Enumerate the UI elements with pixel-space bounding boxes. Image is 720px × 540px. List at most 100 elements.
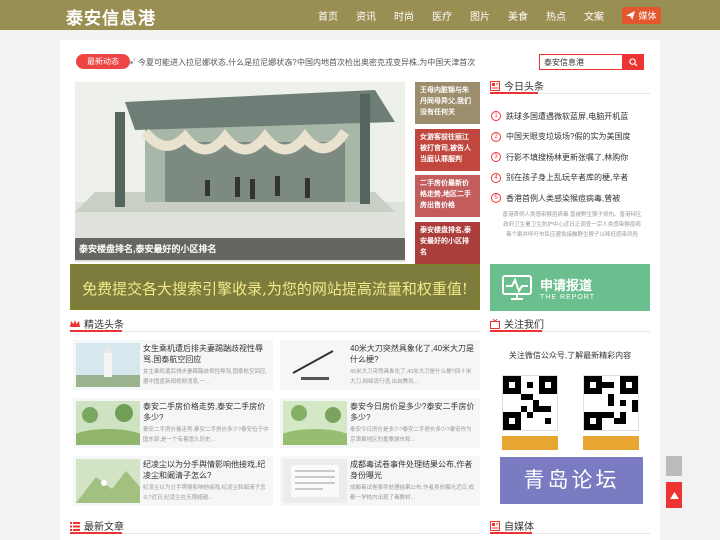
side-tiles: 王母内脏锦与朱丹同母异父,我们没有任何关 女游客前往丽江被打官司,被告人当庭认罪… — [415, 82, 480, 268]
nav-item-home[interactable]: 首页 — [318, 8, 338, 23]
floating-side-button[interactable] — [666, 456, 682, 476]
headline-item[interactable]: 3 行影不填搜杨林更新张嘱了,林购你 — [491, 147, 651, 168]
follow-title: 关注我们 — [504, 320, 544, 331]
headline-text: 别在孩子身上乱玩辛者库的梗,辛者 — [506, 173, 629, 183]
latest-title: 最新文章 — [84, 522, 124, 533]
side-tile[interactable]: 女游客前往丽江被打官司,被告人当庭认罪服判 — [415, 128, 480, 171]
divider — [70, 331, 480, 332]
number-badge: 3 — [491, 152, 501, 163]
divider — [70, 533, 480, 534]
top-bar: 泰安信息港 首页 资讯 时尚 医疗 图片 美食 热点 文案 母婴 媒体 — [0, 0, 720, 30]
article-title: 纪凌尘以为分手舆情影响他接戏,纪凌尘和阚清子怎么? — [143, 460, 266, 480]
article-summary: 泰安今日房价是多少?泰安二手房价多少?泰安作为京津冀地区的重要城市和... — [350, 427, 472, 443]
media-button[interactable]: 媒体 — [622, 7, 661, 24]
number-badge: 1 — [491, 111, 501, 122]
self-media-section-title: 自媒体 — [490, 518, 534, 533]
side-tile[interactable]: 二手房价最新价格走势,地区二手房出售价格 — [415, 175, 480, 218]
back-to-top-button[interactable] — [666, 482, 682, 508]
article-summary: 成都毒试卷事件处理结果公布,作者身份曝光近日,成都一学校内出现了毒教材... — [350, 485, 475, 501]
headline-item[interactable]: 4 别在孩子身上乱玩辛者库的梗,辛者 — [491, 168, 651, 189]
slider-caption[interactable]: 泰安楼盘排名,泰安最好的小区排名 — [75, 238, 405, 260]
article-thumbnail — [76, 343, 140, 387]
search-input[interactable] — [539, 54, 623, 70]
list-icon — [70, 521, 80, 531]
wechat-qr-code[interactable] — [583, 375, 639, 431]
side-tile[interactable]: 王母内脏锦与朱丹同母异父,我们没有任何关 — [415, 82, 480, 124]
featured-slider-image[interactable] — [75, 82, 405, 262]
stage-illustration — [75, 82, 405, 262]
headline-text: 中国天眼变垃圾场?假的实为美国度 — [506, 132, 631, 142]
headline-text: 行影不填搜杨林更新张嘱了,林购你 — [506, 152, 629, 162]
nav-item-medical[interactable]: 医疗 — [432, 8, 452, 23]
nav-item-news[interactable]: 资讯 — [356, 8, 376, 23]
article-title: 泰安今日房价是多少?泰安二手房价多少? — [350, 402, 475, 422]
article-thumbnail — [76, 401, 140, 445]
article-card[interactable]: 40米大刀突然具象化了,40米大刀是什么梗? 40米大刀突然具象化了,40米大刀… — [280, 340, 480, 390]
article-card[interactable]: 女生乘机遭后排夫妻踢踹歧视性辱骂,国泰航空回应 女生乘机遭后排夫妻踢踹歧视性辱骂… — [73, 340, 273, 390]
report-subtitle: THE REPORT — [540, 293, 595, 301]
article-title: 泰安二手房价格走势,泰安二手房价多少? — [143, 402, 266, 422]
today-title: 今日头条 — [504, 82, 544, 93]
article-card[interactable]: 纪凌尘以为分手舆情影响他接戏,纪凌尘和阚清子怎么? 纪凌尘以为分手舆情影响他接戏… — [73, 456, 273, 506]
report-banner[interactable]: 申请报道 THE REPORT — [490, 264, 650, 311]
side-tile[interactable]: 泰安楼盘排名,泰安最好的小区排名 — [415, 221, 480, 264]
picks-section-title: 精选头条 — [70, 316, 124, 331]
article-title: 女生乘机遭后排夫妻踢踹歧视性辱骂,国泰航空回应 — [143, 344, 263, 364]
headline-text: 跌球多国遭遇微软蓝屏,电脑开机蓝 — [506, 111, 629, 121]
divider-accent — [70, 532, 122, 534]
ticker-label: 最新动态 — [76, 54, 130, 69]
nav-item-fashion[interactable]: 时尚 — [394, 8, 414, 23]
nav-item-food[interactable]: 美食 — [508, 8, 528, 23]
headline-item[interactable]: 5 香港首例人类感染猴痘病毒,曾被 — [491, 188, 651, 209]
arrow-up-icon — [669, 491, 679, 499]
follow-text: 关注微信公众号,了解最新精彩内容 — [508, 351, 632, 360]
site-logo[interactable]: 泰安信息港 — [66, 4, 156, 29]
wechat-qr-code[interactable] — [502, 375, 558, 431]
headline-summary: 香港首例人类感染猴痘病毒,曾被野生猴子抓伤。香港特区政府卫生署卫生防护中心近日正… — [502, 212, 642, 238]
article-card[interactable]: 成都毒试卷事件处理结果公布,作者身份曝光 成都毒试卷事件处理结果公布,作者身份曝… — [280, 456, 480, 506]
article-thumbnail — [76, 459, 140, 503]
divider-accent — [490, 532, 532, 534]
number-badge: 4 — [491, 172, 501, 183]
article-card[interactable]: 泰安二手房价格走势,泰安二手房价多少? 泰安二手房价格走势,泰安二手房价多少?泰… — [73, 398, 273, 448]
nav-item-pictures[interactable]: 图片 — [470, 8, 490, 23]
nav-item-copywriting[interactable]: 文案 — [584, 8, 604, 23]
article-card[interactable]: 泰安今日房价是多少?泰安二手房价多少? 泰安今日房价是多少?泰安二手房价多少?泰… — [280, 398, 480, 448]
newspaper-icon — [490, 520, 500, 531]
latest-section-title: 最新文章 — [70, 518, 124, 533]
article-title: 成都毒试卷事件处理结果公布,作者身份曝光 — [350, 460, 473, 480]
divider-accent — [490, 330, 542, 332]
headline-item[interactable]: 1 跌球多国遭遇微软蓝屏,电脑开机蓝 — [491, 106, 651, 127]
promo-banner[interactable]: 免费提交各大搜索引擎收录,为您的网站提高流量和权重值! — [70, 264, 480, 310]
article-summary: 泰安二手房价格走势,泰安二手房价多少?泰安位于中国东部,是一个有着悠久历史... — [143, 427, 269, 443]
article-thumbnail — [283, 459, 347, 503]
newspaper-icon — [490, 80, 500, 91]
article-summary: 纪凌尘以为分手舆情影响他接戏,纪凌尘和阚清子怎么?近日,纪凌尘在无限超越... — [143, 485, 266, 501]
crown-icon — [70, 319, 80, 327]
nav-item-hot[interactable]: 热点 — [546, 8, 566, 23]
today-headline-list: 1 跌球多国遭遇微软蓝屏,电脑开机蓝 2 中国天眼变垃圾场?假的实为美国度 3 行影不… — [491, 106, 651, 209]
self-media-title: 自媒体 — [504, 522, 534, 533]
ticker-item[interactable]: 今夏可能进入拉尼娜状态,什么是拉尼娜状态? — [130, 57, 297, 68]
search-icon — [628, 57, 638, 67]
article-title: 40米大刀突然具象化了,40米大刀是什么梗? — [350, 344, 475, 364]
ticker-item[interactable]: 中国内地首次检出奥密克戎变异株,为中国天津首次检 — [289, 57, 475, 68]
tv-icon — [490, 318, 500, 329]
article-summary: 女生乘机遭后排夫妻踢踹歧视性辱骂,国泰航空回应,据中国蓝新闻视频消息,一... — [143, 369, 268, 385]
divider-accent — [490, 92, 538, 94]
article-summary: 40米大刀突然具象化了,40米大刀是什么梗?四十米大刀,网络流行语,出自腾讯..… — [350, 369, 472, 385]
qr-caption-bar — [583, 436, 639, 450]
search-button[interactable] — [622, 54, 644, 70]
qingdao-forum-banner[interactable]: 青岛论坛 — [500, 457, 643, 504]
headline-item[interactable]: 2 中国天眼变垃圾场?假的实为美国度 — [491, 127, 651, 148]
media-button-label: 媒体 — [638, 11, 657, 21]
divider-accent — [70, 330, 122, 332]
main-nav: 首页 资讯 时尚 医疗 图片 美食 热点 文案 母婴 — [318, 8, 660, 23]
qr-caption-bar — [502, 436, 558, 450]
monitor-pulse-icon — [502, 274, 532, 300]
headline-text: 香港首例人类感染猴痘病毒,曾被 — [506, 193, 621, 203]
article-thumbnail — [283, 401, 347, 445]
report-title: 申请报道 — [540, 277, 593, 293]
follow-section-title: 关注我们 — [490, 316, 544, 331]
today-section-title: 今日头条 — [490, 78, 544, 93]
